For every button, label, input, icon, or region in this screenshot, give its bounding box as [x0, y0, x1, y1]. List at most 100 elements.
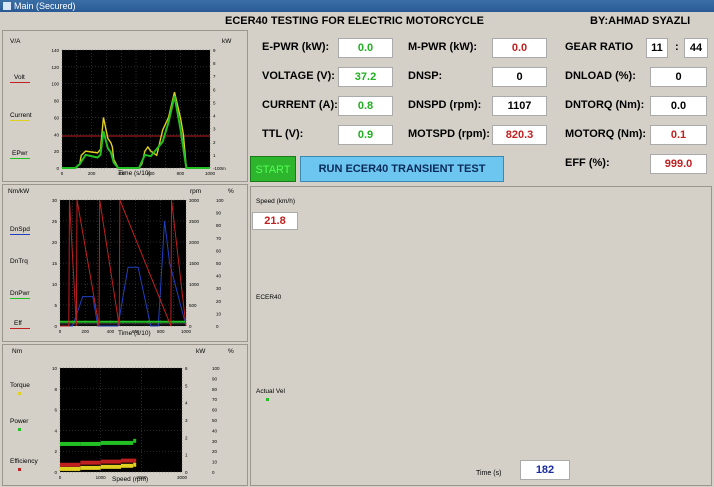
legend-actual-vel: Actual Vel	[256, 388, 285, 395]
chart1-xtick-2: 200	[88, 171, 96, 176]
start-button[interactable]: START	[250, 156, 296, 182]
speed-label: Speed (km/h)	[256, 198, 296, 205]
chart2-y3tick-5: 50	[216, 261, 222, 266]
chart3-y3tick-2: 20	[212, 449, 218, 454]
chart1-y2tick-2: 2	[213, 140, 216, 145]
gear-ratio-input-2[interactable]: 44	[684, 38, 708, 58]
chart2-y3tick-1: 10	[216, 311, 222, 316]
motorq-value: 0.1	[650, 125, 707, 145]
chart2-ytick-4: 20	[52, 240, 58, 245]
chart2-y2tick-0: 0	[189, 324, 192, 329]
chart2-y3tick-2: 20	[216, 299, 222, 304]
epwr-value: 0.0	[338, 38, 393, 58]
chart3-ytick-4: 8	[54, 387, 57, 392]
chart1-y2tick-0: -100m	[213, 166, 226, 171]
chart2-y2tick-4: 2000	[189, 240, 200, 245]
eff-value: 999.0	[650, 154, 707, 174]
chart2-y2tick-5: 2500	[189, 219, 200, 224]
chart3-mark-efficiency-2	[100, 459, 121, 464]
chart3-mark-power-2	[100, 440, 121, 445]
chart3-mark-efficiency-3	[121, 458, 134, 463]
dnsp-value: 0	[492, 67, 547, 87]
chart3-xtick-3: 3000	[177, 475, 188, 480]
chart1-ytick-6: 120	[51, 65, 59, 70]
chart1-ytick-0: 0	[56, 166, 59, 171]
chart3-y2tick-4: 4	[185, 401, 188, 406]
chart3-y2tick-2: 2	[185, 435, 188, 440]
chart3-y3tick-9: 90	[212, 376, 218, 381]
chart2-ytick-6: 30	[52, 198, 58, 203]
epwr-label: E-PWR (kW):	[262, 41, 330, 53]
chart2-y2tick-2: 1000	[189, 282, 200, 287]
current-value: 0.8	[338, 96, 393, 116]
chart1-xtick-8: 800	[177, 171, 185, 176]
chart3-y3tick-3: 30	[212, 439, 218, 444]
chart2-y3tick-3: 30	[216, 286, 222, 291]
chart3-mark-torque-2	[100, 464, 121, 469]
time-label: Time (s)	[476, 470, 502, 477]
chart2-xtick-0: 0	[59, 329, 62, 334]
chart2-y3tick-7: 70	[216, 236, 222, 241]
chart2-y3tick-4: 40	[216, 274, 222, 279]
chart3-ytick-0: 0	[54, 470, 57, 475]
chart1-y2tick-3: 3	[213, 127, 216, 132]
chart3-ytick-5: 10	[52, 366, 58, 371]
chart2-ytick-2: 10	[52, 282, 58, 287]
chart3-y3tick-6: 60	[212, 408, 218, 413]
chart3-mark-torque-4	[133, 462, 137, 467]
chart3-mark-power-4	[133, 438, 137, 443]
chart1-ytick-1: 20	[54, 149, 60, 154]
dntorq-label: DNTORQ (Nm):	[565, 99, 645, 111]
chart3-mark-power-0	[60, 441, 81, 446]
time-value: 182	[520, 460, 570, 480]
chart3-bg	[60, 368, 182, 472]
chart1-y2tick-8: 8	[213, 61, 216, 66]
chart2-y3tick-9: 90	[216, 211, 222, 216]
chart3-y3tick-7: 70	[212, 397, 218, 402]
gear-ratio-separator: :	[675, 41, 679, 53]
dnload-label: DNLOAD (%):	[565, 70, 636, 82]
chart3-mark-efficiency-1	[80, 460, 101, 465]
chart3-xtick-1: 1000	[96, 475, 107, 480]
chart3-ytick-2: 4	[54, 428, 57, 433]
chart3-y3tick-8: 80	[212, 387, 218, 392]
chart3-ytick-1: 2	[54, 449, 57, 454]
chart2-xtick-4: 400	[107, 329, 115, 334]
voltage-value: 37.2	[338, 67, 393, 87]
chart2-y3tick-10: 100	[216, 198, 224, 203]
chart1-ytick-7: 140	[51, 48, 59, 53]
eff-label: EFF (%):	[565, 157, 610, 169]
chart2-ytick-5: 25	[52, 219, 58, 224]
chart3-y2tick-6: 6	[185, 366, 188, 371]
chart2-xtick-8: 800	[157, 329, 165, 334]
chart1-y2tick-4: 4	[213, 114, 216, 119]
chart1-ytick-4: 80	[54, 99, 60, 104]
window-titlebar: Main (Secured)	[0, 0, 714, 12]
motspd-label: MOTSPD (rpm):	[408, 128, 490, 140]
chart3-mark-power-3	[121, 440, 134, 445]
chart2-ytick-0: 0	[54, 324, 57, 329]
chart3-y2tick-3: 3	[185, 418, 188, 423]
chart1-bg	[62, 50, 210, 168]
chart2-xtick-10: 1000	[181, 329, 192, 334]
chart2-y3tick-0: 0	[216, 324, 219, 329]
run-ecer40-button[interactable]: RUN ECER40 TRANSIENT TEST	[300, 156, 504, 182]
gear-ratio-label: GEAR RATIO	[565, 41, 634, 53]
window-title: Main (Secured)	[14, 1, 76, 11]
mpwr-value: 0.0	[492, 38, 547, 58]
chart1-xtick-6: 600	[147, 171, 155, 176]
chart1-xtick-0: 0	[61, 171, 64, 176]
chart3-y3tick-4: 40	[212, 428, 218, 433]
chart3-y3tick-5: 50	[212, 418, 218, 423]
chart1-y2tick-7: 7	[213, 74, 216, 79]
chart1-xtick-10: 1000	[205, 171, 216, 176]
motspd-value: 820.3	[492, 125, 547, 145]
chart3-ytick-3: 6	[54, 408, 57, 413]
chart2-y3tick-6: 60	[216, 248, 222, 253]
motorq-label: MOTORQ (Nm):	[565, 128, 647, 140]
gear-ratio-input-1[interactable]: 11	[646, 38, 668, 58]
chart1-y2tick-9: 9	[213, 48, 216, 53]
dnsp-label: DNSP:	[408, 70, 443, 82]
chart1-ytick-5: 100	[51, 82, 59, 87]
chart3-y2tick-0: 0	[185, 470, 188, 475]
